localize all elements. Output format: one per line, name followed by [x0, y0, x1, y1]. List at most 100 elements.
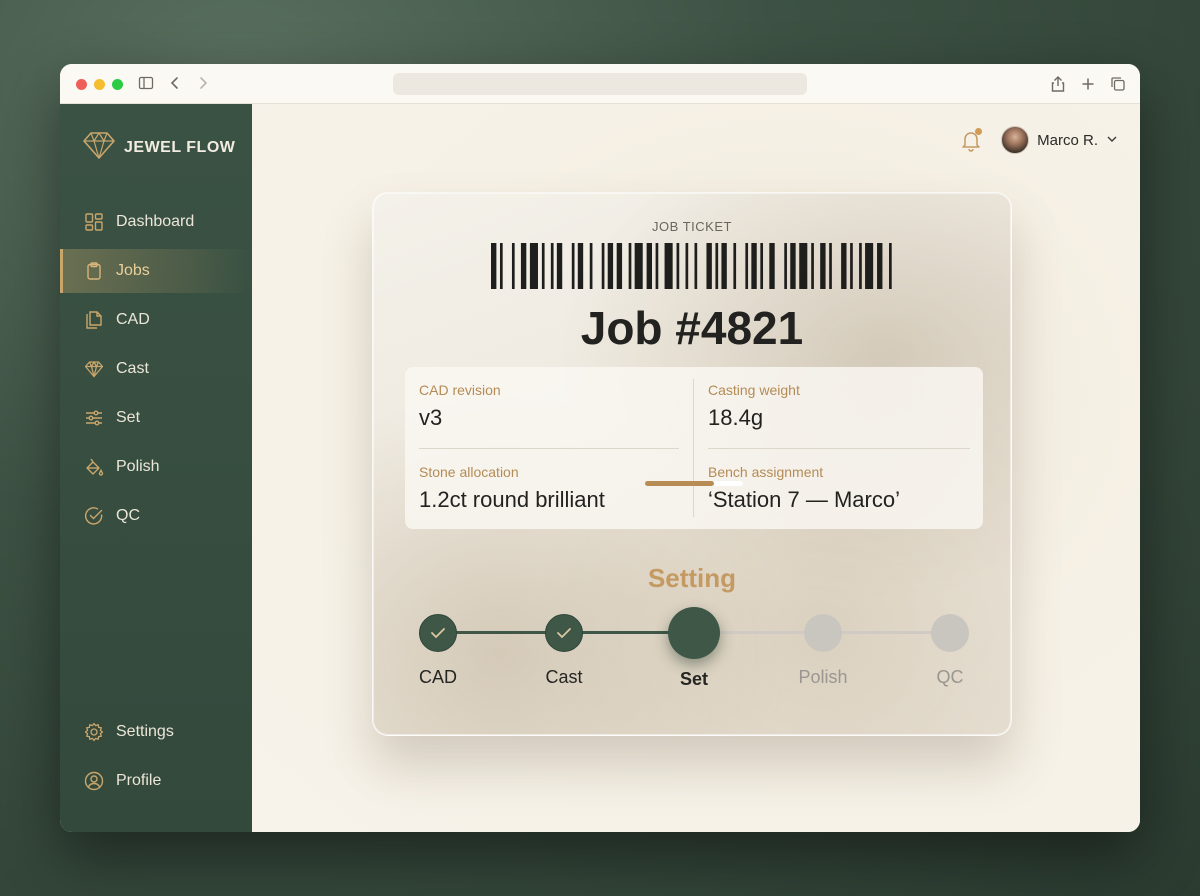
main-content: Marco R. JOB TICKET Job #4821 CAD revisi… [252, 104, 1140, 832]
step-cast[interactable] [545, 614, 583, 652]
detail-label: Casting weight [708, 382, 800, 398]
step-label: Cast [545, 667, 583, 687]
barcode-bar [769, 243, 775, 289]
check-circle-icon [84, 506, 104, 526]
sidebar-toggle-icon[interactable] [138, 75, 154, 91]
close-window-button[interactable] [76, 79, 87, 90]
gear-icon [84, 722, 104, 742]
barcode-bar [616, 243, 623, 289]
workflow-stepper: CAD Cast Set Polish QC [373, 603, 1013, 713]
sidebar-item-dashboard[interactable]: Dashboard [60, 200, 252, 244]
barcode-bar [799, 243, 808, 289]
sidebar-item-cast[interactable]: Cast [60, 347, 252, 391]
barcode-bar [646, 243, 653, 289]
detail-value: v3 [419, 405, 443, 430]
sidebar-item-jobs[interactable]: Jobs [60, 249, 252, 293]
step-cad[interactable] [419, 614, 457, 652]
step-label: CAD [418, 667, 457, 687]
barcode-bar [811, 243, 814, 289]
detail-value: 18.4g [708, 405, 764, 430]
detail-cad-revision: CAD revision v3 [419, 382, 679, 431]
barcode-bar [820, 243, 826, 289]
user-icon [84, 771, 104, 791]
address-bar[interactable] [393, 73, 807, 95]
barcode-bar [859, 243, 862, 289]
detail-casting-weight: Casting weight 18.4g [708, 382, 968, 431]
barcode-bar [628, 243, 632, 289]
barcode-bar [760, 243, 764, 289]
job-number: Job #4821 [580, 302, 804, 354]
sidebar-item-settings[interactable]: Settings [60, 710, 252, 754]
dashboard-icon [84, 212, 104, 232]
document-icon [84, 310, 104, 330]
job-details-panel: CAD revision v3 Casting weight 18.4g Sto… [405, 367, 983, 529]
step-qc[interactable] [931, 614, 969, 652]
stage-progress-fill [645, 481, 714, 486]
sidebar-item-label: Jobs [116, 262, 150, 279]
forward-icon[interactable] [196, 75, 210, 91]
sliders-icon [84, 408, 104, 428]
detail-value: 1.2ct round brilliant [419, 487, 605, 512]
diamond-logo-icon [82, 130, 116, 165]
barcode [491, 243, 892, 289]
notifications-button[interactable] [959, 128, 983, 152]
barcode-bar [790, 243, 796, 289]
step-polish[interactable] [804, 614, 842, 652]
ticket-label: JOB TICKET [652, 219, 732, 234]
minimize-window-button[interactable] [94, 79, 105, 90]
avatar [1001, 126, 1030, 154]
header-actions: Marco R. [959, 126, 1118, 154]
barcode-bar [655, 243, 659, 289]
barcode-bar [751, 243, 757, 289]
barcode-bar [694, 243, 698, 289]
barcode-bar [529, 243, 538, 289]
barcode-bar [850, 243, 853, 289]
check-icon [557, 628, 571, 639]
barcode-bar [829, 243, 832, 289]
gem-icon [84, 359, 104, 379]
sidebar-item-label: Profile [116, 772, 162, 789]
barcode-bar [571, 243, 575, 289]
current-stage-title: Setting [647, 563, 737, 593]
user-menu[interactable]: Marco R. [1001, 126, 1118, 154]
stage-progress-bar [645, 481, 743, 486]
sidebar-item-qc[interactable]: QC [60, 494, 252, 538]
new-tab-icon[interactable] [1080, 76, 1096, 97]
back-icon[interactable] [168, 75, 182, 91]
step-label: Polish [798, 667, 848, 687]
barcode-bar [721, 243, 727, 289]
clipboard-icon [84, 261, 104, 281]
sidebar-item-set[interactable]: Set [60, 396, 252, 440]
sidebar-item-polish[interactable]: Polish [60, 445, 252, 489]
barcode-bar [601, 243, 605, 289]
user-name: Marco R. [1037, 131, 1098, 149]
sidebar-item-label: CAD [116, 311, 150, 328]
barcode-bar [634, 243, 643, 289]
barcode-bar [889, 243, 892, 289]
barcode-bar [520, 243, 527, 289]
barcode-bar [877, 243, 883, 289]
step-set[interactable] [668, 607, 720, 659]
sidebar-item-label: Dashboard [116, 213, 195, 230]
barcode-bar [491, 243, 497, 289]
polish-icon [84, 457, 104, 477]
detail-label: Bench assignment [708, 464, 824, 480]
barcode-bar [733, 243, 737, 289]
chevron-down-icon [1106, 131, 1118, 149]
brand[interactable]: JEWEL FLOW [82, 130, 235, 165]
sidebar-item-label: Settings [116, 723, 174, 740]
job-ticket-card: JOB TICKET Job #4821 CAD revision v3 Cas… [372, 192, 1012, 736]
barcode-bar [676, 243, 680, 289]
sidebar-item-profile[interactable]: Profile [60, 759, 252, 803]
share-icon[interactable] [1050, 75, 1066, 98]
step-label: Set [679, 669, 708, 689]
sidebar-item-label: Set [116, 409, 141, 426]
barcode-bar [784, 243, 787, 289]
sidebar: JEWEL FLOW Dashboard Jobs CAD Cast Set P… [60, 104, 252, 832]
step-label: QC [936, 667, 964, 687]
detail-label: CAD revision [419, 382, 501, 398]
sidebar-item-cad[interactable]: CAD [60, 298, 252, 342]
maximize-window-button[interactable] [112, 79, 123, 90]
tabs-overview-icon[interactable] [1110, 76, 1126, 97]
check-icon [431, 628, 445, 639]
